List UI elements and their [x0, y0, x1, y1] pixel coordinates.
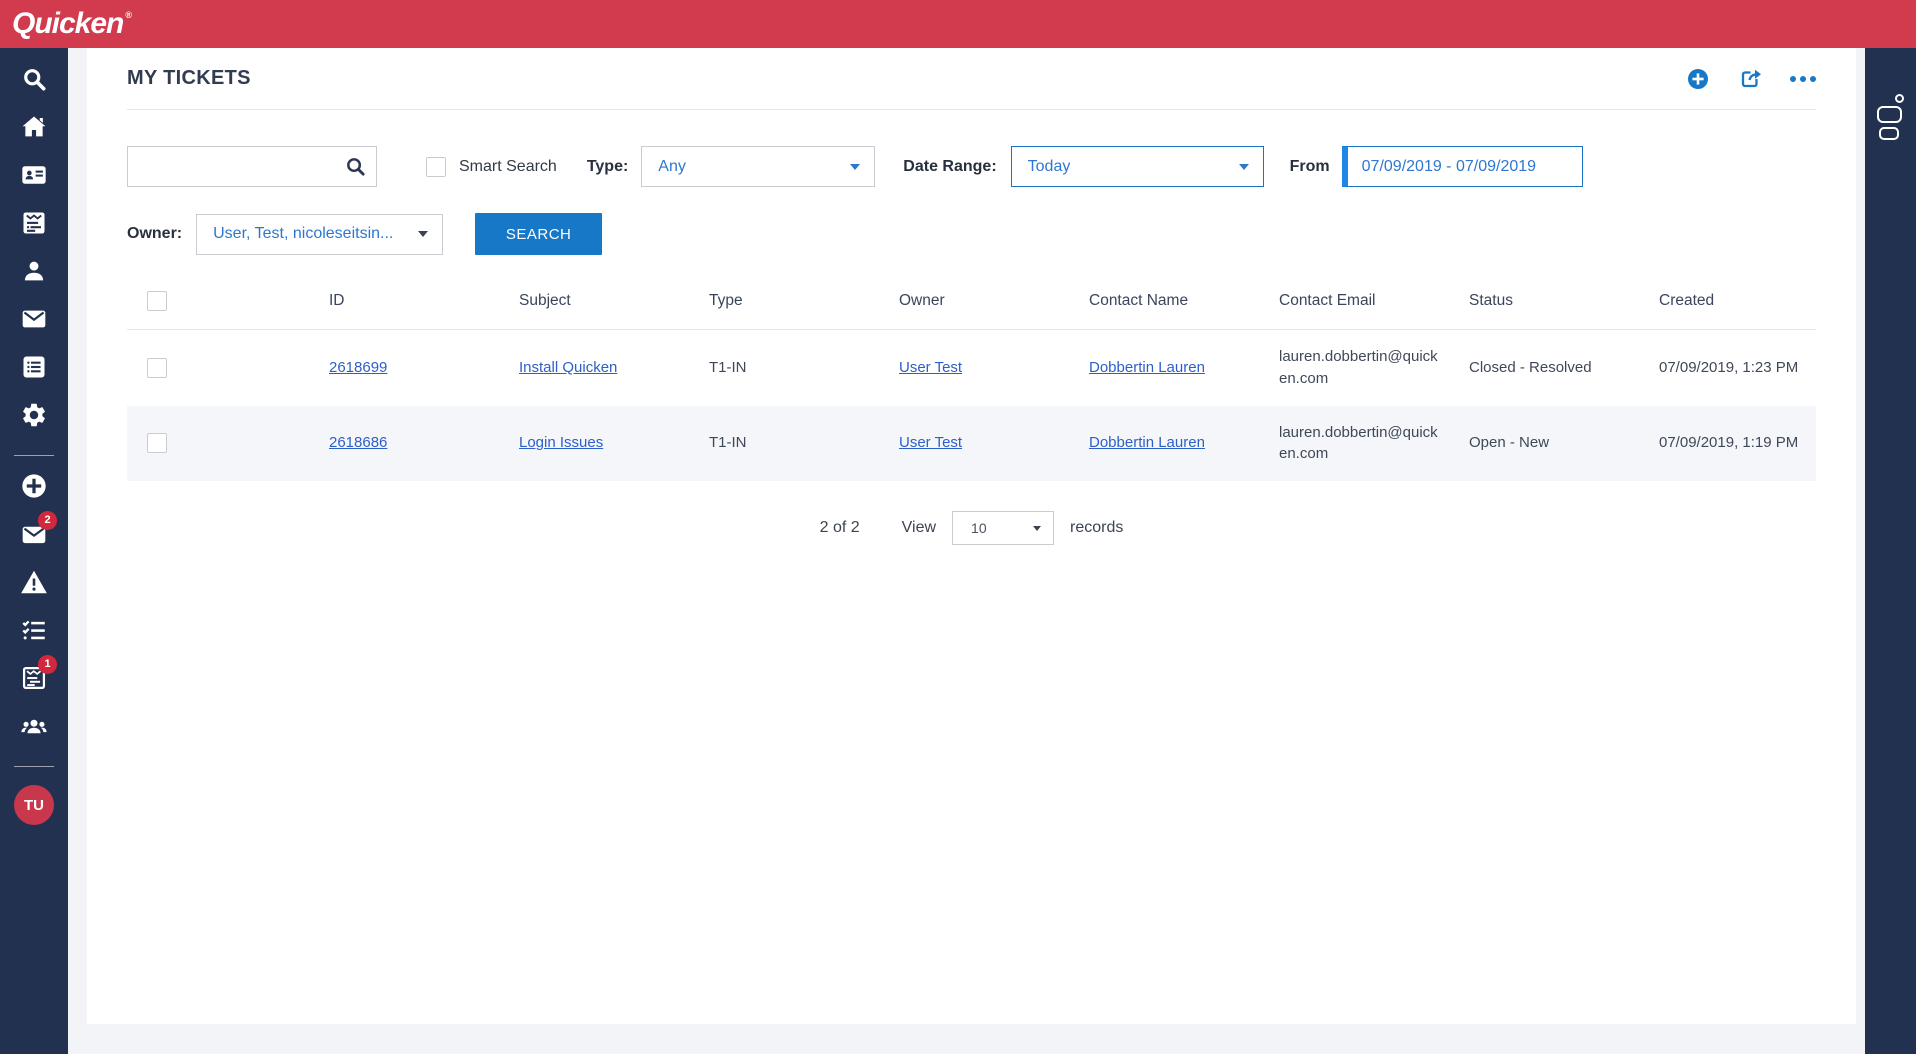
main-content: MY TICKETS Smart Search Type: Any [87, 48, 1856, 1024]
inbox-envelope-icon[interactable]: 2 [20, 520, 48, 548]
more-options-icon[interactable] [1790, 76, 1816, 82]
column-header-subject: Subject [507, 275, 697, 330]
share-export-icon[interactable] [1738, 67, 1762, 91]
pagination-bar: 2 of 2 View 10 records [87, 511, 1856, 545]
from-label: From [1290, 158, 1330, 176]
search-button[interactable]: SEARCH [475, 213, 602, 255]
envelope-icon[interactable] [20, 305, 48, 333]
person-icon[interactable] [20, 257, 48, 285]
owner-dropdown-value: User, Test, nicoleseitsin... [213, 225, 393, 243]
ticket-id-link[interactable]: 2618686 [329, 434, 387, 451]
quicken-logo: Quicken® [12, 9, 129, 39]
owner-label: Owner: [127, 225, 182, 243]
contact-email: lauren.dobbertin@quicken.com [1267, 330, 1457, 406]
ticket-type: T1-IN [697, 330, 887, 406]
right-collapsed-panel [1865, 48, 1916, 1054]
contact-name-link[interactable]: Dobbertin Lauren [1089, 359, 1205, 376]
ticket-id-link[interactable]: 2618699 [329, 359, 387, 376]
column-header-contact-name: Contact Name [1077, 275, 1267, 330]
from-date-input[interactable] [1342, 146, 1583, 187]
header-actions [1686, 67, 1816, 91]
ticket-type: T1-IN [697, 406, 887, 482]
page-title: MY TICKETS [127, 67, 251, 90]
column-header-contact-email: Contact Email [1267, 275, 1457, 330]
trademark-mark: ® [125, 10, 131, 20]
add-ticket-icon[interactable] [1686, 67, 1710, 91]
search-icon[interactable] [20, 65, 48, 93]
ticket-owner-link[interactable]: User Test [899, 434, 962, 451]
table-row: 2618699 Install Quicken T1-IN User Test … [127, 330, 1816, 406]
ticket-search-box [127, 146, 377, 187]
add-circle-icon[interactable] [20, 472, 48, 500]
type-label: Type: [587, 158, 628, 176]
date-range-label: Date Range: [903, 158, 996, 176]
chevron-down-icon [418, 231, 428, 237]
table-row: 2618686 Login Issues T1-IN User Test Dob… [127, 406, 1816, 482]
sidebar-divider [14, 766, 54, 767]
sidebar-divider [14, 455, 54, 456]
inbox-badge-count: 2 [38, 511, 57, 530]
tasks-checklist-icon[interactable] [20, 616, 48, 644]
home-icon[interactable] [20, 113, 48, 141]
smart-search-group: Smart Search [426, 157, 557, 177]
filter-row-2: Owner: User, Test, nicoleseitsin... SEAR… [127, 213, 1816, 255]
owner-dropdown[interactable]: User, Test, nicoleseitsin... [196, 214, 443, 255]
column-header-created: Created [1647, 275, 1816, 330]
tickets-table: ID Subject Type Owner Contact Name Conta… [127, 275, 1816, 481]
filter-row-1: Smart Search Type: Any Date Range: Today… [127, 146, 1816, 187]
panel-toggle-icon[interactable] [1877, 94, 1904, 140]
report-badge-count: 1 [38, 655, 57, 674]
list-icon[interactable] [20, 353, 48, 381]
warning-icon[interactable] [20, 568, 48, 596]
page-header: MY TICKETS [127, 48, 1816, 110]
top-app-bar: Quicken® [0, 0, 1916, 48]
type-dropdown[interactable]: Any [641, 146, 875, 187]
ticket-created: 07/09/2019, 1:19 PM [1647, 406, 1816, 482]
panel-toggle-rect [1877, 106, 1902, 123]
ticket-subject-link[interactable]: Login Issues [519, 434, 603, 451]
ticket-created: 07/09/2019, 1:23 PM [1647, 330, 1816, 406]
notes-icon[interactable] [20, 209, 48, 237]
ticket-rows: 2618699 Install Quicken T1-IN User Test … [127, 330, 1816, 482]
gear-icon[interactable] [20, 401, 48, 429]
panel-toggle-circle [1895, 94, 1904, 103]
record-count-text: 2 of 2 [820, 519, 860, 537]
filters-panel: Smart Search Type: Any Date Range: Today… [87, 110, 1856, 255]
user-avatar[interactable]: TU [14, 785, 54, 825]
records-label: records [1070, 519, 1123, 537]
view-label: View [902, 519, 936, 537]
date-range-dropdown-value: Today [1028, 158, 1071, 176]
report-clipboard-icon[interactable]: 1 [20, 664, 48, 692]
column-header-type: Type [697, 275, 887, 330]
chevron-down-icon [850, 164, 860, 170]
teams-people-icon[interactable] [20, 712, 48, 740]
column-header-owner: Owner [887, 275, 1077, 330]
column-header-status: Status [1457, 275, 1647, 330]
page-size-select[interactable]: 10 [952, 511, 1054, 545]
select-all-checkbox[interactable] [147, 291, 167, 311]
ticket-status: Closed - Resolved [1457, 330, 1647, 406]
row-checkbox[interactable] [147, 358, 167, 378]
contact-name-link[interactable]: Dobbertin Lauren [1089, 434, 1205, 451]
smart-search-checkbox[interactable] [426, 157, 446, 177]
smart-search-label: Smart Search [459, 158, 557, 176]
panel-toggle-rect [1879, 127, 1899, 140]
ticket-search-input[interactable] [127, 146, 377, 187]
contact-card-icon[interactable] [20, 161, 48, 189]
chevron-down-icon [1033, 526, 1041, 531]
contact-email: lauren.dobbertin@quicken.com [1267, 406, 1457, 482]
ticket-owner-link[interactable]: User Test [899, 359, 962, 376]
ticket-status: Open - New [1457, 406, 1647, 482]
chevron-down-icon [1239, 164, 1249, 170]
date-range-dropdown[interactable]: Today [1011, 146, 1264, 187]
row-checkbox[interactable] [147, 433, 167, 453]
table-header-row: ID Subject Type Owner Contact Name Conta… [127, 275, 1816, 330]
column-header-id: ID [317, 275, 507, 330]
search-input-icon[interactable] [344, 155, 367, 178]
ticket-subject-link[interactable]: Install Quicken [519, 359, 617, 376]
type-dropdown-value: Any [658, 158, 686, 176]
page-size-value: 10 [971, 520, 987, 536]
left-nav-sidebar: 2 1 TU [0, 48, 68, 1054]
